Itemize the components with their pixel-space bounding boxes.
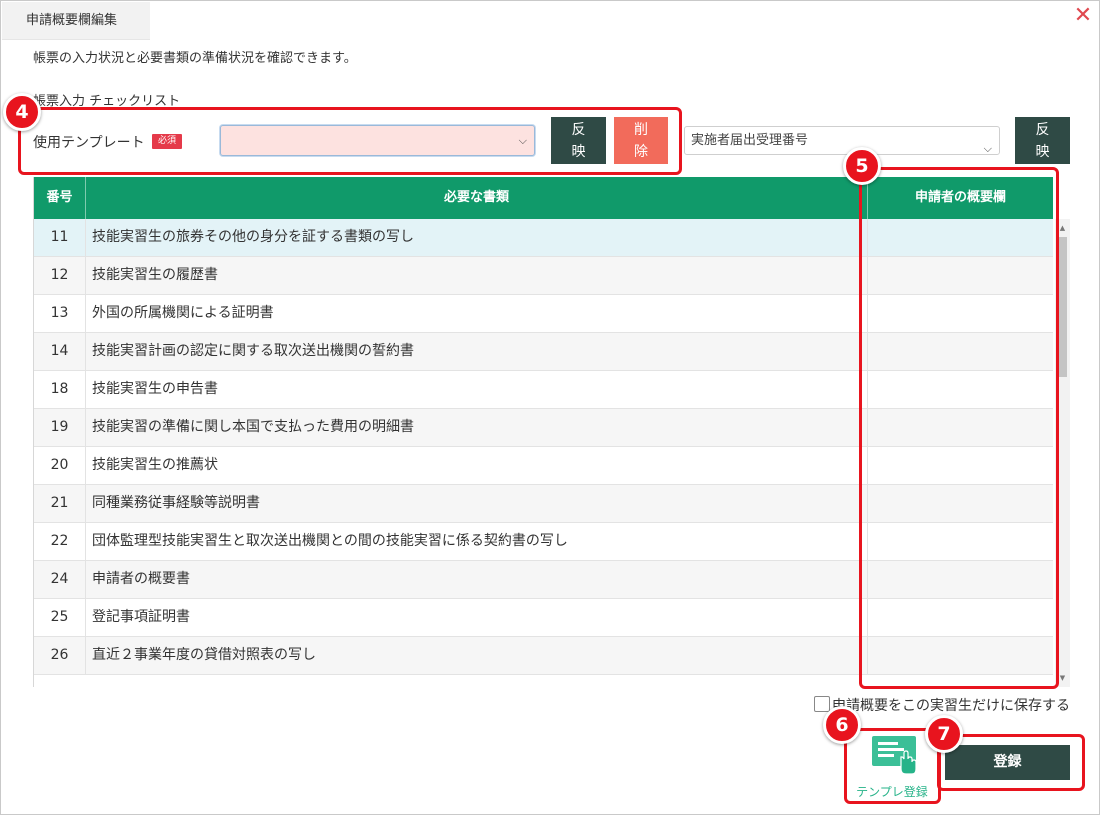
table-row[interactable]: 18 技能実習生の申告書 xyxy=(34,371,1053,409)
callout-badge-6: 6 xyxy=(823,706,861,744)
row-applicant-summary[interactable] xyxy=(868,523,1053,560)
receipt-number-select-value: 実施者届出受理番号 xyxy=(691,133,809,148)
callout-badge-5: 5 xyxy=(843,147,881,185)
row-applicant-summary[interactable] xyxy=(868,485,1053,522)
scroll-up-arrow-icon[interactable]: ▲ xyxy=(1058,223,1067,233)
table-row-partial xyxy=(34,675,1053,687)
table-row[interactable]: 24 申請者の概要書 xyxy=(34,561,1053,599)
row-number: 20 xyxy=(34,447,86,484)
table-row[interactable]: 25 登記事項証明書 xyxy=(34,599,1053,637)
delete-template-button-line2: 除 xyxy=(634,144,648,160)
table-row[interactable]: 14 技能実習計画の認定に関する取次送出機関の誓約書 xyxy=(34,333,1053,371)
close-icon[interactable]: ✕ xyxy=(1071,3,1095,29)
row-document-name: 登記事項証明書 xyxy=(86,599,868,636)
row-applicant-summary[interactable] xyxy=(868,295,1053,332)
table-row[interactable]: 26 直近２事業年度の貸借対照表の写し xyxy=(34,637,1053,675)
table-row[interactable]: 20 技能実習生の推薦状 xyxy=(34,447,1053,485)
row-document-name: 団体監理型技能実習生と取次送出機関との間の技能実習に係る契約書の写し xyxy=(86,523,868,560)
apply-template-button[interactable]: 反 映 xyxy=(551,117,606,164)
apply-number-button-line2: 映 xyxy=(1035,144,1050,160)
apply-template-button-line2: 映 xyxy=(571,144,586,160)
row-number: 12 xyxy=(34,257,86,294)
template-register-label: テンプレ登録 xyxy=(856,785,928,799)
row-document-name: 技能実習生の申告書 xyxy=(86,371,868,408)
register-button[interactable]: 登録 xyxy=(945,745,1070,780)
required-badge: 必須 xyxy=(152,134,182,149)
row-applicant-summary[interactable] xyxy=(868,447,1053,484)
header-applicant-summary: 申請者の概要欄 xyxy=(914,190,1006,205)
row-applicant-summary[interactable] xyxy=(868,599,1053,636)
table-row[interactable]: 13 外国の所属機関による証明書 xyxy=(34,295,1053,333)
table-scrollbar[interactable]: ▲ ▼ xyxy=(1055,219,1070,687)
row-document-name: 技能実習計画の認定に関する取次送出機関の誓約書 xyxy=(86,333,868,370)
edit-summary-dialog: 申請概要欄編集 ✕ 帳票の入力状況と必要書類の準備状況を確認できます。 帳票入力… xyxy=(0,0,1100,815)
apply-number-button-line1: 反 xyxy=(1035,122,1050,138)
row-applicant-summary[interactable] xyxy=(868,371,1053,408)
row-number: 19 xyxy=(34,409,86,446)
receipt-number-select[interactable]: 実施者届出受理番号 ⌵ xyxy=(684,126,1000,155)
table-row[interactable]: 22 団体監理型技能実習生と取次送出機関との間の技能実習に係る契約書の写し xyxy=(34,523,1053,561)
header-required-documents: 必要な書類 xyxy=(86,177,868,219)
delete-template-button[interactable]: 削 除 xyxy=(614,117,668,164)
row-applicant-summary[interactable] xyxy=(868,409,1053,446)
table-row[interactable]: 19 技能実習の準備に関し本国で支払った費用の明細書 xyxy=(34,409,1053,447)
template-register-button[interactable]: テンプレ登録 xyxy=(849,731,935,801)
chevron-down-icon: ⌵ xyxy=(983,142,992,155)
row-number: 13 xyxy=(34,295,86,332)
dialog-title: 申請概要欄編集 xyxy=(2,2,150,40)
apply-number-button[interactable]: 反 映 xyxy=(1015,117,1070,164)
table-header: 番号 必要な書類 申請者の概要欄 xyxy=(34,177,1053,219)
chevron-down-icon: ⌵ xyxy=(518,134,527,147)
row-document-name: 技能実習の準備に関し本国で支払った費用の明細書 xyxy=(86,409,868,446)
row-document-name: 技能実習生の旅券その他の身分を証する書類の写し xyxy=(86,219,868,256)
row-applicant-summary[interactable] xyxy=(868,637,1053,674)
save-for-trainee-only-label: 申請概要をこの実習生だけに保存する xyxy=(832,698,1070,714)
row-applicant-summary[interactable] xyxy=(868,219,1053,256)
row-document-name: 直近２事業年度の貸借対照表の写し xyxy=(86,637,868,674)
documents-table: 番号 必要な書類 申請者の概要欄 11 技能実習生の旅券その他の身分を証する書類の… xyxy=(33,177,1070,687)
row-number: 21 xyxy=(34,485,86,522)
row-applicant-summary[interactable] xyxy=(868,561,1053,598)
apply-template-button-line1: 反 xyxy=(571,122,586,138)
template-label: 使用テンプレート xyxy=(33,135,145,151)
row-document-name: 申請者の概要書 xyxy=(86,561,868,598)
row-document-name: 技能実習生の履歴書 xyxy=(86,257,868,294)
save-for-trainee-only-checkbox[interactable] xyxy=(814,696,830,712)
row-number: 25 xyxy=(34,599,86,636)
row-document-name: 技能実習生の推薦状 xyxy=(86,447,868,484)
row-number: 22 xyxy=(34,523,86,560)
row-applicant-summary[interactable] xyxy=(868,257,1053,294)
row-document-name: 同種業務従事経験等説明書 xyxy=(86,485,868,522)
row-number: 24 xyxy=(34,561,86,598)
template-select[interactable]: ⌵ xyxy=(220,125,535,156)
dialog-description: 帳票の入力状況と必要書類の準備状況を確認できます。 xyxy=(33,51,357,66)
table-row[interactable]: 12 技能実習生の履歴書 xyxy=(34,257,1053,295)
row-number: 11 xyxy=(34,219,86,256)
delete-template-button-line1: 削 xyxy=(634,122,648,138)
callout-badge-4: 4 xyxy=(3,93,41,131)
scroll-down-arrow-icon[interactable]: ▼ xyxy=(1058,673,1067,683)
template-register-icon xyxy=(872,736,917,775)
scrollbar-thumb[interactable] xyxy=(1058,237,1067,377)
callout-badge-7: 7 xyxy=(925,715,963,753)
row-document-name: 外国の所属機関による証明書 xyxy=(86,295,868,332)
row-applicant-summary[interactable] xyxy=(868,333,1053,370)
table-row[interactable]: 21 同種業務従事経験等説明書 xyxy=(34,485,1053,523)
row-number: 14 xyxy=(34,333,86,370)
checklist-section-label: 帳票入力 チェックリスト xyxy=(33,94,181,109)
table-row[interactable]: 11 技能実習生の旅券その他の身分を証する書類の写し xyxy=(34,219,1053,257)
header-number: 番号 xyxy=(34,177,86,219)
row-number: 26 xyxy=(34,637,86,674)
row-number: 18 xyxy=(34,371,86,408)
